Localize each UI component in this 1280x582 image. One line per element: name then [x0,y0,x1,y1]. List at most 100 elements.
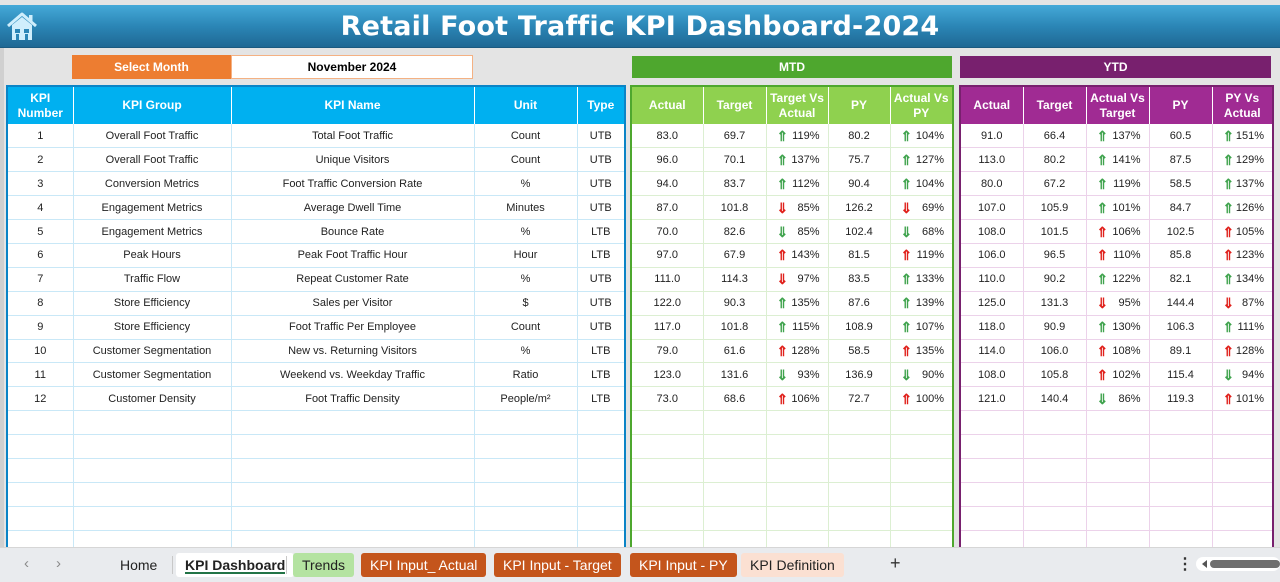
empty-cell[interactable] [890,434,954,459]
empty-cell[interactable] [890,410,954,436]
empty-cell[interactable] [890,482,954,507]
empty-cell[interactable] [1149,482,1213,507]
empty-cell[interactable] [231,506,475,531]
empty-cell[interactable] [703,434,767,459]
empty-cell[interactable] [577,410,626,436]
empty-cell[interactable] [1212,410,1274,436]
empty-cell[interactable] [766,482,829,507]
empty-cell[interactable] [1149,506,1213,531]
empty-cell[interactable] [7,410,74,436]
empty-cell[interactable] [1212,506,1274,531]
empty-cell[interactable] [474,482,578,507]
empty-cell[interactable] [960,482,1024,507]
empty-cell[interactable] [1086,458,1150,483]
empty-cell[interactable] [703,482,767,507]
horizontal-scrollbar[interactable] [1196,557,1280,571]
empty-cell[interactable] [1212,482,1274,507]
empty-cell[interactable] [960,506,1024,531]
variance-value: 106% [1112,225,1141,238]
empty-cell[interactable] [1212,434,1274,459]
month-dropdown[interactable]: November 2024 [231,55,473,79]
empty-cell[interactable] [73,458,232,483]
empty-cell[interactable] [231,434,475,459]
empty-cell[interactable] [828,458,891,483]
empty-cell[interactable] [474,434,578,459]
empty-cell[interactable] [766,506,829,531]
empty-cell[interactable] [1149,458,1213,483]
empty-cell[interactable] [766,410,829,436]
mtd-actual: 79.0 [631,339,704,364]
empty-cell[interactable] [474,410,578,436]
empty-cell[interactable] [7,434,74,459]
empty-cell[interactable] [577,482,626,507]
scroll-left-icon[interactable] [1202,560,1207,568]
empty-cell[interactable] [828,434,891,459]
empty-cell[interactable] [766,434,829,459]
empty-cell[interactable] [1023,458,1087,483]
next-sheet-button[interactable]: › [56,555,61,572]
add-sheet-button[interactable]: + [890,553,901,574]
empty-cell[interactable] [828,482,891,507]
sheet-tab[interactable]: KPI Input - Target [494,553,621,577]
empty-cell[interactable] [631,506,704,531]
mtd-py: 81.5 [828,243,891,268]
empty-cell[interactable] [1086,506,1150,531]
sheet-tab[interactable]: Trends [293,553,355,577]
sheet-tab[interactable]: KPI Input - PY [630,553,737,577]
kpi-name: Peak Foot Traffic Hour [231,243,475,268]
empty-cell[interactable] [828,506,891,531]
more-options-icon[interactable]: ⋮ [1177,554,1193,574]
empty-cell[interactable] [474,458,578,483]
empty-cell[interactable] [577,506,626,531]
sheet-tab[interactable]: KPI Input_ Actual [361,553,487,577]
empty-cell[interactable] [577,434,626,459]
sheet-tab[interactable]: KPI Dashboard [176,553,295,577]
empty-cell[interactable] [1023,506,1087,531]
empty-cell[interactable] [7,458,74,483]
empty-cell[interactable] [960,458,1024,483]
variance-value: 141% [1112,153,1141,166]
empty-cell[interactable] [890,458,954,483]
empty-cell[interactable] [577,458,626,483]
ytd-target: 96.5 [1023,243,1087,268]
arrow-up-icon: ⇑ [900,319,913,336]
empty-cell[interactable] [828,410,891,436]
empty-cell[interactable] [703,506,767,531]
empty-cell[interactable] [703,410,767,436]
empty-cell[interactable] [7,506,74,531]
empty-cell[interactable] [7,482,74,507]
empty-cell[interactable] [960,434,1024,459]
ytd-target: 90.9 [1023,315,1087,340]
empty-cell[interactable] [631,410,704,436]
empty-cell[interactable] [1086,434,1150,459]
empty-cell[interactable] [766,458,829,483]
empty-cell[interactable] [631,458,704,483]
mtd-row: 73.0 68.6 ⇑ 106% 72.7 ⇑ 100% [631,386,954,412]
empty-cell[interactable] [631,482,704,507]
scrollbar-thumb[interactable] [1210,560,1280,568]
empty-cell[interactable] [73,410,232,436]
empty-cell[interactable] [1023,482,1087,507]
empty-cell[interactable] [960,410,1024,436]
empty-cell[interactable] [631,434,704,459]
prev-sheet-button[interactable]: ‹ [24,555,29,572]
empty-cell[interactable] [1023,410,1087,436]
sheet-tab[interactable]: Home [111,553,166,577]
empty-cell[interactable] [703,458,767,483]
empty-cell[interactable] [474,506,578,531]
sheet-tab[interactable]: KPI Definition [741,553,844,577]
empty-cell[interactable] [1023,434,1087,459]
empty-cell[interactable] [73,434,232,459]
empty-cell[interactable] [1212,458,1274,483]
empty-cell[interactable] [73,482,232,507]
empty-cell[interactable] [1086,482,1150,507]
empty-cell[interactable] [231,458,475,483]
empty-cell[interactable] [231,482,475,507]
kpi-number: 4 [7,195,74,221]
empty-cell[interactable] [890,506,954,531]
empty-cell[interactable] [73,506,232,531]
empty-cell[interactable] [1149,410,1213,436]
empty-cell[interactable] [1149,434,1213,459]
empty-cell[interactable] [1086,410,1150,436]
empty-cell[interactable] [231,410,475,436]
